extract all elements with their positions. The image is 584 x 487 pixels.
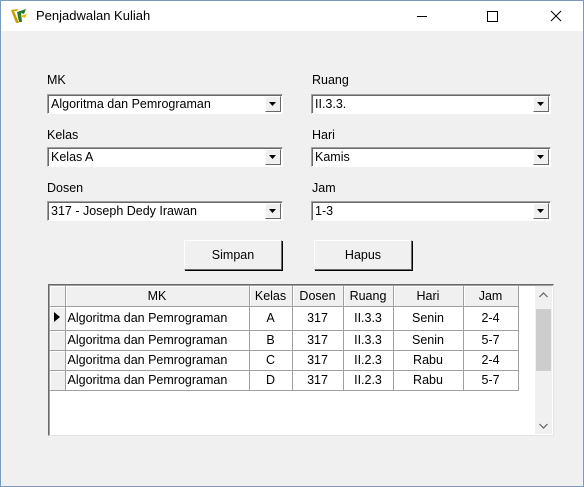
column-header-kelas[interactable]: Kelas bbox=[249, 286, 293, 307]
cell-jam[interactable]: 5-7 bbox=[463, 330, 519, 351]
cell-ruang[interactable]: II.3.3 bbox=[343, 330, 394, 351]
table-row[interactable]: Algoritma dan Pemrograman B 317 II.3.3 S… bbox=[50, 330, 519, 351]
dosen-value: 317 - Joseph Dedy Irawan bbox=[51, 204, 197, 218]
maximize-icon bbox=[487, 11, 498, 22]
jam-label: Jam bbox=[312, 181, 336, 195]
ruang-dropdown-button[interactable] bbox=[533, 96, 549, 112]
title-bar[interactable]: Penjadwalan Kuliah bbox=[1, 1, 583, 31]
ruang-combobox[interactable]: II.3.3. bbox=[311, 94, 551, 114]
chevron-down-icon bbox=[537, 208, 544, 213]
cell-ruang[interactable]: II.2.3 bbox=[343, 350, 394, 371]
row-indicator[interactable] bbox=[50, 350, 66, 371]
cell-jam[interactable]: 5-7 bbox=[463, 370, 519, 391]
column-header-hari[interactable]: Hari bbox=[393, 286, 464, 307]
cell-jam[interactable]: 2-4 bbox=[463, 350, 519, 371]
column-header-dosen[interactable]: Dosen bbox=[292, 286, 344, 307]
column-header-jam[interactable]: Jam bbox=[463, 286, 519, 307]
window-title: Penjadwalan Kuliah bbox=[36, 8, 151, 23]
grid-header-row: MK Kelas Dosen Ruang Hari Jam bbox=[50, 286, 519, 307]
cell-ruang[interactable]: II.2.3 bbox=[343, 370, 394, 391]
table-row[interactable]: Algoritma dan Pemrograman D 317 II.2.3 R… bbox=[50, 370, 519, 391]
chevron-down-icon bbox=[537, 154, 544, 159]
table-row[interactable]: Algoritma dan Pemrograman C 317 II.2.3 R… bbox=[50, 350, 519, 371]
ruang-value: II.3.3. bbox=[315, 97, 347, 111]
cell-mk[interactable]: Algoritma dan Pemrograman bbox=[65, 306, 250, 331]
kelas-dropdown-button[interactable] bbox=[265, 149, 281, 165]
kelas-value: Kelas A bbox=[51, 150, 94, 164]
hari-dropdown-button[interactable] bbox=[533, 149, 549, 165]
table-row[interactable]: Algoritma dan Pemrograman A 317 II.3.3 S… bbox=[50, 306, 519, 331]
hapus-button-label: Hapus bbox=[344, 248, 382, 262]
current-row-arrow-icon bbox=[54, 311, 60, 322]
minimize-icon bbox=[417, 16, 427, 17]
chevron-down-icon bbox=[269, 208, 276, 213]
kelas-combobox[interactable]: Kelas A bbox=[47, 147, 283, 167]
vertical-scrollbar[interactable] bbox=[535, 286, 552, 434]
column-header-mk[interactable]: MK bbox=[65, 286, 250, 307]
cell-dosen[interactable]: 317 bbox=[292, 330, 344, 351]
jam-combobox[interactable]: 1-3 bbox=[311, 201, 551, 221]
minimize-button[interactable] bbox=[399, 1, 445, 31]
schedule-grid[interactable]: MK Kelas Dosen Ruang Hari Jam Algoritma … bbox=[48, 284, 554, 436]
mk-value: Algoritma dan Pemrograman bbox=[51, 97, 211, 111]
cell-hari[interactable]: Rabu bbox=[393, 370, 464, 391]
cell-mk[interactable]: Algoritma dan Pemrograman bbox=[65, 330, 250, 351]
chevron-up-icon bbox=[539, 291, 548, 297]
cell-hari[interactable]: Rabu bbox=[393, 350, 464, 371]
grid-corner bbox=[50, 286, 66, 307]
simpan-button[interactable]: Simpan bbox=[184, 240, 282, 270]
kelas-label: Kelas bbox=[47, 128, 79, 142]
cell-mk[interactable]: Algoritma dan Pemrograman bbox=[65, 350, 250, 371]
row-indicator[interactable] bbox=[50, 370, 66, 391]
cell-dosen[interactable]: 317 bbox=[292, 350, 344, 371]
cell-mk[interactable]: Algoritma dan Pemrograman bbox=[65, 370, 250, 391]
simpan-button-label: Simpan bbox=[211, 248, 255, 262]
delphi-app-icon bbox=[11, 9, 27, 23]
scroll-up-button[interactable] bbox=[535, 286, 552, 303]
hari-label: Hari bbox=[312, 128, 335, 142]
row-indicator[interactable] bbox=[50, 330, 66, 351]
mk-label: MK bbox=[47, 73, 66, 87]
dosen-dropdown-button[interactable] bbox=[265, 203, 281, 219]
cell-kelas[interactable]: C bbox=[249, 350, 293, 371]
cell-ruang[interactable]: II.3.3 bbox=[343, 306, 394, 331]
cell-kelas[interactable]: A bbox=[249, 306, 293, 331]
scroll-down-button[interactable] bbox=[535, 417, 552, 434]
ruang-label: Ruang bbox=[312, 73, 349, 87]
app-window: Penjadwalan Kuliah MK Algoritma dan Pemr… bbox=[0, 0, 584, 487]
chevron-down-icon bbox=[537, 101, 544, 106]
cell-jam[interactable]: 2-4 bbox=[463, 306, 519, 331]
chevron-down-icon bbox=[539, 423, 548, 429]
maximize-button[interactable] bbox=[469, 1, 515, 31]
chevron-down-icon bbox=[269, 101, 276, 106]
column-header-ruang[interactable]: Ruang bbox=[343, 286, 394, 307]
cell-hari[interactable]: Senin bbox=[393, 306, 464, 331]
row-indicator[interactable] bbox=[50, 306, 66, 331]
mk-combobox[interactable]: Algoritma dan Pemrograman bbox=[47, 94, 283, 114]
chevron-down-icon bbox=[269, 154, 276, 159]
jam-value: 1-3 bbox=[315, 204, 334, 218]
mk-dropdown-button[interactable] bbox=[265, 96, 281, 112]
hapus-button[interactable]: Hapus bbox=[314, 240, 412, 270]
cell-kelas[interactable]: B bbox=[249, 330, 293, 351]
dosen-label: Dosen bbox=[47, 181, 84, 195]
hari-value: Kamis bbox=[315, 150, 350, 164]
schedule-table: MK Kelas Dosen Ruang Hari Jam Algoritma … bbox=[50, 286, 519, 391]
cell-hari[interactable]: Senin bbox=[393, 330, 464, 351]
close-button[interactable] bbox=[533, 1, 579, 31]
scroll-thumb[interactable] bbox=[536, 309, 551, 371]
cell-dosen[interactable]: 317 bbox=[292, 370, 344, 391]
dosen-combobox[interactable]: 317 - Joseph Dedy Irawan bbox=[47, 201, 283, 221]
close-icon bbox=[550, 10, 562, 22]
hari-combobox[interactable]: Kamis bbox=[311, 147, 551, 167]
jam-dropdown-button[interactable] bbox=[533, 203, 549, 219]
cell-dosen[interactable]: 317 bbox=[292, 306, 344, 331]
cell-kelas[interactable]: D bbox=[249, 370, 293, 391]
